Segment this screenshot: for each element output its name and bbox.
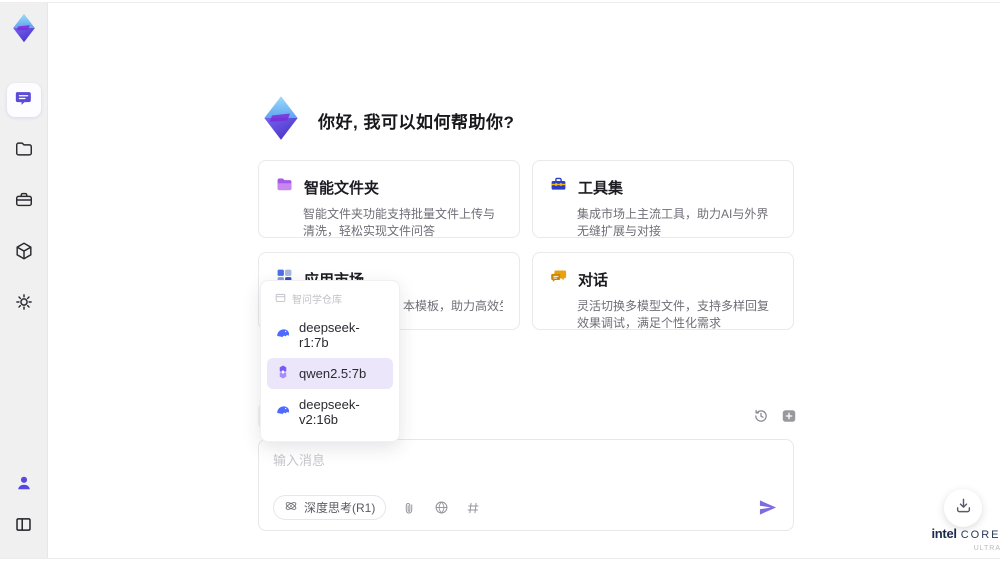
intel-ultra-text: ultra [973, 545, 1000, 552]
greeting: 你好, 我可以如何帮助你? [258, 95, 514, 146]
user-icon [15, 474, 33, 497]
card-title: 工具集 [578, 179, 624, 197]
sidebar [0, 3, 48, 558]
sidebar-item-settings[interactable] [7, 287, 41, 321]
sidebar-item-chat[interactable] [6, 83, 41, 117]
composer-toolbar: 深度思考(R1) [273, 495, 779, 520]
model-option-label: deepseek-r1:7b [299, 320, 360, 350]
briefcase-icon [14, 190, 34, 215]
conversation-actions [752, 407, 798, 425]
intel-core-badge: intel core ultra [927, 527, 1000, 555]
card-dialogue[interactable]: 对话 灵活切换多模型文件，支持多样回复效果调试，满足个性化需求 [532, 252, 794, 330]
model-dropdown-header: 智问学仓库 [267, 289, 393, 312]
card-description: 集成市场上主流工具，助力AI与外界无缝扩展与对接 [577, 207, 769, 238]
card-smart-folder[interactable]: 智能文件夹 智能文件夹功能支持批量文件上传与清洗，轻松实现文件问答 [258, 160, 520, 238]
model-dropdown: 智问学仓库 deepseek-r1:7b qwen2.5:7b deepseek… [260, 280, 400, 442]
dialogue-icon [549, 267, 568, 291]
cube-icon [14, 241, 34, 266]
card-description: 灵活切换多模型文件，支持多样回复效果调试，满足个性化需求 [577, 299, 770, 330]
model-dropdown-header-label: 智问学仓库 [292, 295, 342, 306]
main-content: 你好, 我可以如何帮助你? 智能文件夹 智能文件夹功能支持批量文件上传与清洗，轻… [49, 3, 1000, 558]
deep-think-label: 深度思考(R1) [304, 501, 376, 515]
sidebar-nav [6, 83, 41, 321]
repository-icon [275, 292, 286, 306]
folder-icon [14, 139, 34, 164]
sidebar-item-models[interactable] [7, 236, 41, 270]
window-bottom-border [0, 558, 1000, 559]
app-logo-icon [258, 95, 304, 146]
app-logo-icon [7, 11, 41, 45]
sidebar-item-folders[interactable] [7, 134, 41, 168]
atom-icon [284, 499, 298, 516]
sidebar-bottom [7, 468, 41, 544]
chat-icon [14, 88, 34, 113]
card-toolset[interactable]: 工具集 集成市场上主流工具，助力AI与外界无缝扩展与对接 [532, 160, 794, 238]
download-button[interactable] [944, 489, 982, 527]
new-chat-icon[interactable] [780, 407, 798, 425]
chat-composer: 深度思考(R1) [258, 439, 794, 531]
intel-core-text: core [960, 529, 1000, 541]
model-option-deepseek-v2[interactable]: deepseek-v2:16b [267, 391, 393, 433]
sidebar-item-tools[interactable] [7, 185, 41, 219]
attachment-icon[interactable] [400, 499, 418, 517]
send-button[interactable] [755, 497, 779, 519]
model-option-deepseek-r1[interactable]: deepseek-r1:7b [267, 314, 393, 356]
intel-logo-text: intel [931, 526, 957, 541]
card-title: 对话 [578, 271, 609, 289]
panel-layout-icon [14, 515, 33, 539]
qwen-icon [275, 364, 291, 383]
deepseek-icon [275, 326, 291, 345]
card-title: 智能文件夹 [304, 179, 380, 197]
card-description: 智能文件夹功能支持批量文件上传与清洗，轻松实现文件问答 [303, 207, 496, 238]
model-option-label: deepseek-v2:16b [299, 397, 360, 427]
smart-folder-icon [275, 175, 294, 199]
toolbox-icon [549, 175, 568, 199]
model-option-qwen[interactable]: qwen2.5:7b [267, 358, 393, 389]
greeting-title: 你好, 我可以如何帮助你? [318, 113, 515, 132]
download-icon [955, 497, 972, 519]
model-option-label: qwen2.5:7b [299, 366, 367, 381]
message-input[interactable] [273, 450, 773, 490]
web-search-icon[interactable] [432, 499, 450, 517]
deep-think-toggle[interactable]: 深度思考(R1) [273, 495, 387, 520]
prompt-hash-icon[interactable] [464, 499, 482, 517]
deepseek-icon [275, 403, 291, 422]
sidebar-item-account[interactable] [7, 468, 41, 502]
gear-icon [14, 292, 34, 317]
sidebar-item-collapse[interactable] [7, 510, 41, 544]
history-icon[interactable] [752, 407, 770, 425]
